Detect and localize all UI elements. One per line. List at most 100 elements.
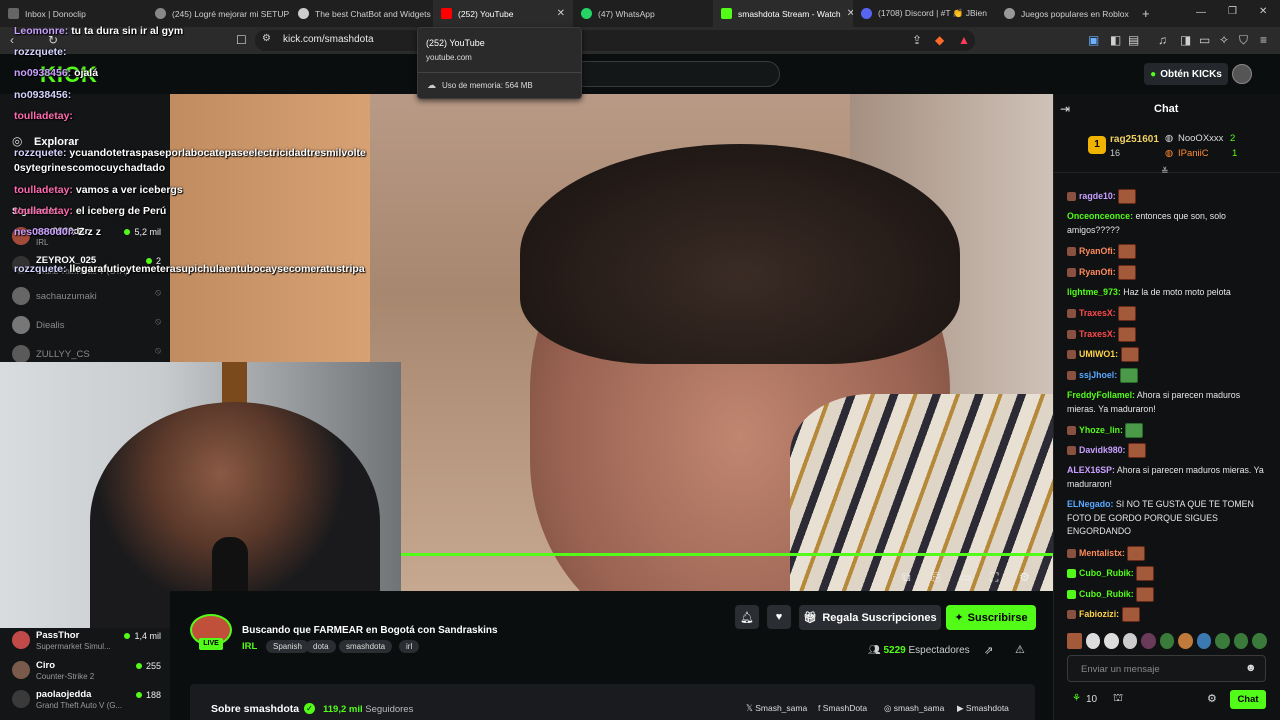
social-x[interactable]: 𝕏 Smash_sama bbox=[746, 703, 807, 714]
social-instagram[interactable]: ◎ smash_sama bbox=[884, 703, 944, 714]
notification-bell-button[interactable]: 🔔︎ bbox=[735, 605, 759, 629]
chat-message-input[interactable]: Enviar un mensaje bbox=[1067, 655, 1266, 682]
chat-username[interactable]: Davidk980: bbox=[1079, 445, 1125, 455]
chat-username[interactable]: RyanOfi: bbox=[1079, 246, 1116, 256]
restore-icon[interactable]: ❐ bbox=[1228, 6, 1237, 17]
tab-inbox-donoclip[interactable]: Inbox | Donoclip bbox=[0, 0, 147, 27]
chat-username[interactable]: Cubo_Rubik: bbox=[1079, 589, 1134, 599]
tab-discord[interactable]: (1708) Discord | #T 👏 JBien bbox=[853, 0, 996, 27]
emote-icon[interactable] bbox=[1122, 633, 1138, 649]
leader-third-user[interactable]: IPaniiC bbox=[1178, 148, 1209, 159]
subscribe-button[interactable]: ✦ Suscribirse bbox=[946, 605, 1036, 630]
extension-icon[interactable]: ◧ bbox=[1110, 33, 1121, 47]
wallet-icon[interactable]: ▭ bbox=[1199, 33, 1210, 47]
window-close-icon[interactable]: ✕ bbox=[1259, 6, 1267, 17]
new-tab-button[interactable]: + bbox=[1134, 0, 1160, 27]
emote-icon[interactable] bbox=[1104, 633, 1119, 649]
stream-tag[interactable]: smashdota bbox=[339, 640, 393, 653]
leader-top-user[interactable]: rag251601 bbox=[1110, 134, 1159, 145]
chat-username[interactable]: ELNegado: bbox=[1067, 499, 1113, 509]
menu-icon[interactable]: ≡ bbox=[1260, 33, 1267, 47]
sidebar-channel[interactable]: paolaojedda Grand Theft Auto V (G... 188 bbox=[10, 688, 165, 714]
report-icon[interactable]: ⚠ bbox=[1015, 643, 1025, 656]
chat-username[interactable]: UMIWO1: bbox=[1079, 349, 1118, 359]
url-text[interactable]: kick.com/smashdota bbox=[283, 34, 374, 45]
leo-icon[interactable]: ✧ bbox=[1219, 33, 1229, 47]
emote-icon[interactable] bbox=[1215, 633, 1230, 649]
tab-chatbot[interactable]: The best ChatBot and Widgets bbox=[290, 0, 433, 27]
tab-roblox[interactable]: Juegos populares en Roblox bbox=[996, 0, 1134, 27]
share-icon[interactable]: ⇪ bbox=[912, 33, 922, 47]
chat-username[interactable]: Onceonceonce: bbox=[1067, 211, 1133, 221]
site-settings-icon[interactable]: ⚙ bbox=[262, 33, 271, 44]
theater-mode-icon[interactable]: ▭ bbox=[960, 570, 971, 584]
channel-points: 10 bbox=[1086, 694, 1098, 705]
share-icon[interactable]: ⇗ bbox=[984, 644, 993, 657]
chat-username[interactable]: ssjJhoel: bbox=[1079, 370, 1117, 380]
minimize-icon[interactable]: — bbox=[1196, 7, 1206, 18]
emote-icon[interactable] bbox=[1085, 633, 1101, 649]
emote-icon[interactable] bbox=[1233, 633, 1249, 649]
translate-icon[interactable]: ▣ bbox=[1088, 33, 1099, 47]
social-youtube[interactable]: ▶ Smashdota bbox=[957, 703, 1009, 714]
video-progress-bar[interactable] bbox=[400, 553, 1053, 556]
sidebar-channel[interactable]: sachauzumaki ⦸ bbox=[10, 285, 165, 311]
emote-icon[interactable] bbox=[1159, 633, 1175, 649]
browser-tabbar: Inbox | Donoclip (245) Logré mejorar mi … bbox=[0, 0, 1280, 27]
brave-shield-icon[interactable]: ◆ bbox=[935, 33, 944, 47]
emote-icon[interactable] bbox=[1178, 633, 1193, 649]
sidebar-icon[interactable]: ◨ bbox=[1180, 33, 1191, 47]
tab-youtube[interactable]: (252) YouTube ✕ bbox=[433, 0, 573, 27]
close-tab-icon[interactable]: ✕ bbox=[551, 8, 565, 19]
emote-icon[interactable] bbox=[1141, 633, 1156, 649]
chat-send-button[interactable]: Chat bbox=[1230, 690, 1266, 709]
get-kicks-button[interactable]: ● Obtén KICKs bbox=[1144, 63, 1228, 85]
chat-username[interactable]: Yhoze_lin: bbox=[1079, 425, 1123, 435]
close-tab-icon[interactable]: ✕ bbox=[841, 8, 853, 19]
tab-kick-stream[interactable]: smashdota Stream - Watch ✕ bbox=[713, 0, 853, 27]
user-avatar[interactable] bbox=[1232, 64, 1252, 84]
stream-tag[interactable]: irl bbox=[399, 640, 420, 653]
media-icon[interactable]: ♫ bbox=[1158, 33, 1167, 47]
chat-username[interactable]: Mentalistx: bbox=[1079, 548, 1125, 558]
user-badge-icon bbox=[1067, 610, 1076, 619]
shop-icon[interactable]: ⛫ bbox=[1113, 692, 1123, 706]
emote-icon[interactable] bbox=[1252, 633, 1268, 649]
collapse-chat-icon[interactable]: ⇥ bbox=[1060, 102, 1070, 116]
emote-icon[interactable] bbox=[1067, 633, 1082, 649]
sidebar-channel[interactable]: Ciro Counter-Strike 2 255 bbox=[10, 659, 165, 685]
chat-username[interactable]: ALEX16SP: bbox=[1067, 465, 1115, 475]
chat-settings-icon[interactable]: ⚙ bbox=[1207, 692, 1217, 705]
chat-username[interactable]: Cubo_Rubik: bbox=[1079, 568, 1134, 578]
gift-subs-button[interactable]: 🎁︎ Regala Suscripciones bbox=[799, 605, 941, 630]
chat-username[interactable]: lightme_973: bbox=[1067, 287, 1121, 297]
pip-icon[interactable]: ⧉ bbox=[902, 570, 911, 585]
chevron-down-icon[interactable]: ≚ bbox=[1161, 166, 1169, 177]
sidebar-channel[interactable]: Diealis ⦸ bbox=[10, 314, 165, 340]
sidebar-channel[interactable]: PassThor Supermarket Simul... 1,4 mil bbox=[10, 629, 165, 655]
tab-youtube-setup[interactable]: (245) Logré mejorar mi SETUP bbox=[147, 0, 290, 27]
bookmark-icon[interactable]: ☐ bbox=[236, 33, 247, 47]
chat-username[interactable]: FreddyFollamel: bbox=[1067, 390, 1135, 400]
rewards-icon[interactable]: ▲ bbox=[958, 33, 970, 47]
chat-username[interactable]: TraxesX: bbox=[1079, 308, 1116, 318]
follow-button[interactable]: ♥ bbox=[767, 605, 791, 629]
emote-icon[interactable] bbox=[1196, 633, 1212, 649]
stream-tag[interactable]: Spanish bbox=[266, 640, 309, 653]
tab-whatsapp[interactable]: (47) WhatsApp bbox=[573, 0, 713, 27]
clip-icon[interactable]: ⎘ bbox=[931, 570, 941, 585]
chat-username[interactable]: TraxesX: bbox=[1079, 329, 1116, 339]
chat-username[interactable]: Fabiozizi: bbox=[1079, 609, 1119, 619]
leader-second-user[interactable]: NooOXxxx bbox=[1178, 133, 1223, 144]
points-icon[interactable]: ⚘ bbox=[1072, 693, 1081, 704]
chat-username[interactable]: RyanOfi: bbox=[1079, 267, 1116, 277]
emoji-picker-icon[interactable]: ☻ bbox=[1245, 662, 1257, 674]
screenshot-icon[interactable]: ▤ bbox=[1128, 33, 1139, 47]
vpn-icon[interactable]: ⛉ bbox=[1239, 33, 1248, 48]
chat-username[interactable]: ragde10: bbox=[1079, 191, 1116, 201]
fullscreen-icon[interactable]: ⛶ bbox=[990, 570, 998, 585]
settings-icon[interactable]: ⚙ bbox=[1019, 570, 1030, 584]
stream-category[interactable]: IRL bbox=[242, 641, 257, 652]
social-facebook[interactable]: f SmashDota bbox=[818, 703, 867, 713]
stream-tag[interactable]: dota bbox=[306, 640, 336, 653]
